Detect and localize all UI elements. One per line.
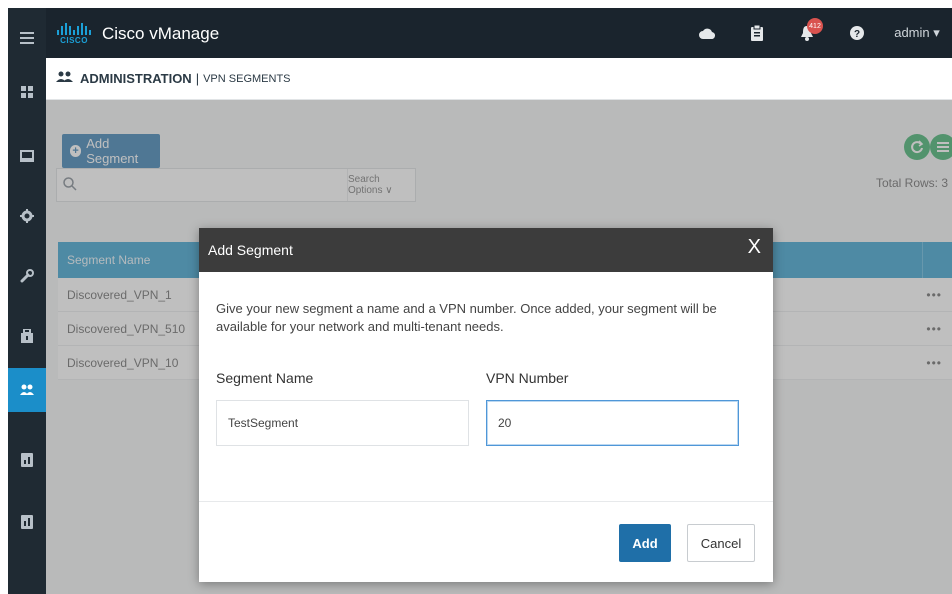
top-bar: CISCO Cisco vManage 412 ? admin ▾ <box>46 8 952 58</box>
vpn-number-label: VPN Number <box>486 370 569 386</box>
cloud-icon[interactable] <box>682 8 732 58</box>
administration-icon[interactable] <box>8 368 46 412</box>
brand[interactable]: CISCO Cisco vManage <box>54 20 219 48</box>
add-segment-dialog: Add Segment X Give your new segment a na… <box>199 228 773 582</box>
monitor-icon[interactable] <box>8 136 46 176</box>
topbar-actions: 412 ? admin ▾ <box>682 8 952 58</box>
bell-icon[interactable]: 412 <box>782 8 832 58</box>
segment-name-label: Segment Name <box>216 370 314 386</box>
add-button[interactable]: Add <box>619 524 671 562</box>
maintenance-icon[interactable] <box>8 316 46 356</box>
close-icon[interactable]: X <box>748 237 761 257</box>
dialog-description: Give your new segment a name and a VPN n… <box>216 301 717 334</box>
menu-icon[interactable] <box>8 18 46 58</box>
vpn-number-field[interactable]: 20 <box>486 400 739 446</box>
left-nav-rail <box>8 8 46 594</box>
dialog-footer: Add Cancel <box>199 502 773 582</box>
user-menu[interactable]: admin ▾ <box>882 8 952 58</box>
cancel-button[interactable]: Cancel <box>687 524 755 562</box>
app-window: CISCO Cisco vManage 412 ? admin ▾ ADMINI… <box>8 8 952 594</box>
cisco-logo-text: CISCO <box>60 36 88 45</box>
alarm-count-badge: 412 <box>807 18 823 34</box>
dialog-header: Add Segment X <box>199 228 773 272</box>
vanalytics-icon[interactable] <box>8 440 46 480</box>
help-icon[interactable]: ? <box>832 8 882 58</box>
clipboard-icon[interactable] <box>732 8 782 58</box>
segment-name-field[interactable]: TestSegment <box>216 400 469 446</box>
dialog-body: Give your new segment a name and a VPN n… <box>199 272 773 502</box>
svg-text:?: ? <box>854 29 860 40</box>
configuration-icon[interactable] <box>8 196 46 236</box>
tools-icon[interactable] <box>8 256 46 296</box>
breadcrumb-separator: | <box>195 71 200 86</box>
administration-icon <box>56 71 74 86</box>
cisco-logo: CISCO <box>54 20 94 48</box>
dashboard-icon[interactable] <box>8 72 46 112</box>
dialog-title: Add Segment <box>208 242 293 258</box>
analytics-icon[interactable] <box>8 502 46 542</box>
breadcrumb-section[interactable]: ADMINISTRATION <box>80 71 192 86</box>
app-title: Cisco vManage <box>102 24 220 43</box>
breadcrumb-page: VPN SEGMENTS <box>203 72 291 85</box>
breadcrumb: ADMINISTRATION | VPN SEGMENTS <box>46 58 952 100</box>
